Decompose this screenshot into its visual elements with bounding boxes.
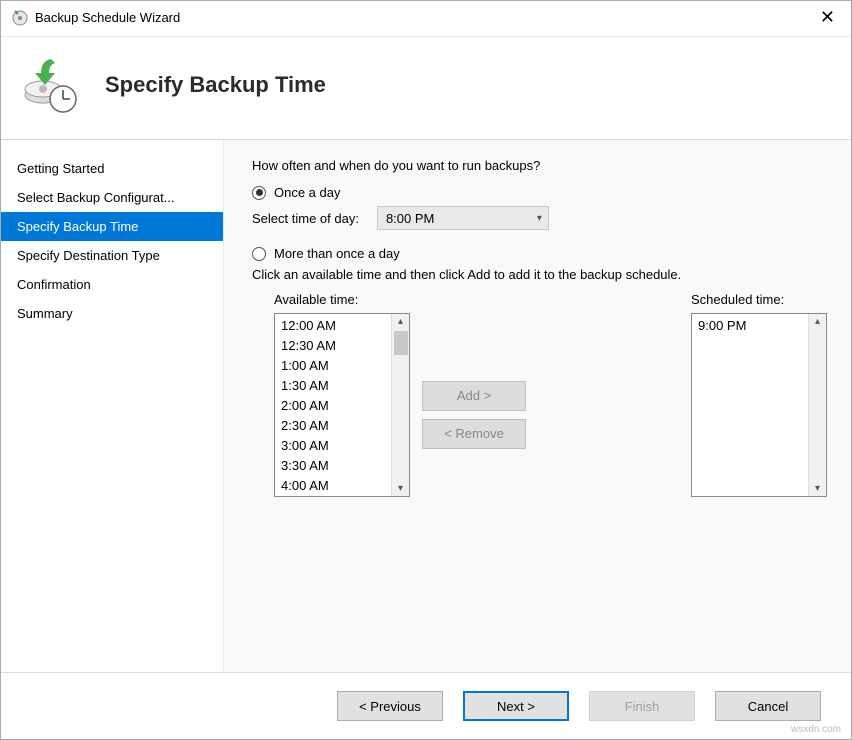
wizard-body: Getting Started Select Backup Configurat… — [1, 140, 851, 672]
scroll-up-icon[interactable]: ▴ — [815, 314, 820, 329]
available-item[interactable]: 12:30 AM — [281, 336, 385, 356]
sidebar: Getting Started Select Backup Configurat… — [1, 140, 223, 672]
radio-once-row[interactable]: Once a day — [252, 185, 827, 200]
available-list-inner: 12:00 AM 12:30 AM 1:00 AM 1:30 AM 2:00 A… — [275, 314, 391, 496]
available-item[interactable]: 3:30 AM — [281, 456, 385, 476]
available-item[interactable]: 4:00 AM — [281, 476, 385, 496]
watermark: wsxdn.com — [791, 724, 841, 735]
finish-button: Finish — [589, 691, 695, 721]
scheduled-column: Scheduled time: 9:00 PM ▴ ▾ — [691, 292, 827, 497]
previous-button[interactable]: < Previous — [337, 691, 443, 721]
window-title: Backup Schedule Wizard — [35, 10, 180, 25]
available-item[interactable]: 2:00 AM — [281, 396, 385, 416]
available-listbox[interactable]: 12:00 AM 12:30 AM 1:00 AM 1:30 AM 2:00 A… — [274, 313, 410, 497]
step-getting-started[interactable]: Getting Started — [1, 154, 223, 183]
multi-instruction: Click an available time and then click A… — [252, 267, 827, 282]
radio-multi-label: More than once a day — [274, 246, 400, 261]
frequency-group: Once a day Select time of day: 8:00 PM ▾… — [252, 185, 827, 497]
scroll-thumb[interactable] — [394, 331, 408, 355]
scheduled-list-inner: 9:00 PM — [692, 314, 808, 496]
available-column: Available time: 12:00 AM 12:30 AM 1:00 A… — [274, 292, 410, 497]
available-item[interactable]: 1:30 AM — [281, 376, 385, 396]
page-title: Specify Backup Time — [105, 72, 326, 98]
remove-button[interactable]: < Remove — [422, 419, 526, 449]
available-label: Available time: — [274, 292, 410, 307]
time-of-day-value: 8:00 PM — [386, 211, 434, 226]
add-button[interactable]: Add > — [422, 381, 526, 411]
wizard-footer: < Previous Next > Finish Cancel — [1, 672, 851, 739]
available-item[interactable]: 12:00 AM — [281, 316, 385, 336]
scheduled-label: Scheduled time: — [691, 292, 827, 307]
transfer-buttons: Add > < Remove — [422, 292, 526, 497]
time-columns: Available time: 12:00 AM 12:30 AM 1:00 A… — [274, 292, 827, 497]
wizard-header: Specify Backup Time — [1, 37, 851, 139]
scheduled-scrollbar[interactable]: ▴ ▾ — [808, 314, 826, 496]
cancel-button[interactable]: Cancel — [715, 691, 821, 721]
available-item[interactable]: 1:00 AM — [281, 356, 385, 376]
available-item[interactable]: 3:00 AM — [281, 436, 385, 456]
step-select-backup-config[interactable]: Select Backup Configurat... — [1, 183, 223, 212]
time-of-day-combo[interactable]: 8:00 PM ▾ — [377, 206, 549, 230]
available-scrollbar[interactable]: ▴ ▾ — [391, 314, 409, 496]
wizard-window: Backup Schedule Wizard ✕ Specify Backup … — [0, 0, 852, 740]
radio-once-a-day[interactable] — [252, 186, 266, 200]
step-confirmation[interactable]: Confirmation — [1, 270, 223, 299]
columns-spacer — [538, 292, 679, 497]
close-icon[interactable]: ✕ — [814, 7, 841, 28]
scheduled-listbox[interactable]: 9:00 PM ▴ ▾ — [691, 313, 827, 497]
app-icon — [11, 9, 29, 27]
select-time-label: Select time of day: — [252, 211, 359, 226]
titlebar: Backup Schedule Wizard ✕ — [1, 1, 851, 37]
next-button[interactable]: Next > — [463, 691, 569, 721]
scroll-up-icon[interactable]: ▴ — [398, 314, 403, 329]
available-item[interactable]: 2:30 AM — [281, 416, 385, 436]
step-specify-destination[interactable]: Specify Destination Type — [1, 241, 223, 270]
scroll-down-icon[interactable]: ▾ — [815, 481, 820, 496]
step-specify-backup-time[interactable]: Specify Backup Time — [1, 212, 223, 241]
time-select-row: Select time of day: 8:00 PM ▾ — [252, 206, 827, 230]
content-pane: How often and when do you want to run ba… — [223, 140, 851, 672]
radio-more-than-once[interactable] — [252, 247, 266, 261]
scheduled-item[interactable]: 9:00 PM — [698, 316, 802, 336]
step-summary[interactable]: Summary — [1, 299, 223, 328]
scroll-down-icon[interactable]: ▾ — [398, 481, 403, 496]
chevron-down-icon: ▾ — [537, 213, 542, 224]
wizard-header-icon — [21, 55, 81, 115]
radio-multi-row[interactable]: More than once a day — [252, 246, 827, 261]
radio-once-label: Once a day — [274, 185, 341, 200]
prompt-text: How often and when do you want to run ba… — [252, 158, 827, 173]
